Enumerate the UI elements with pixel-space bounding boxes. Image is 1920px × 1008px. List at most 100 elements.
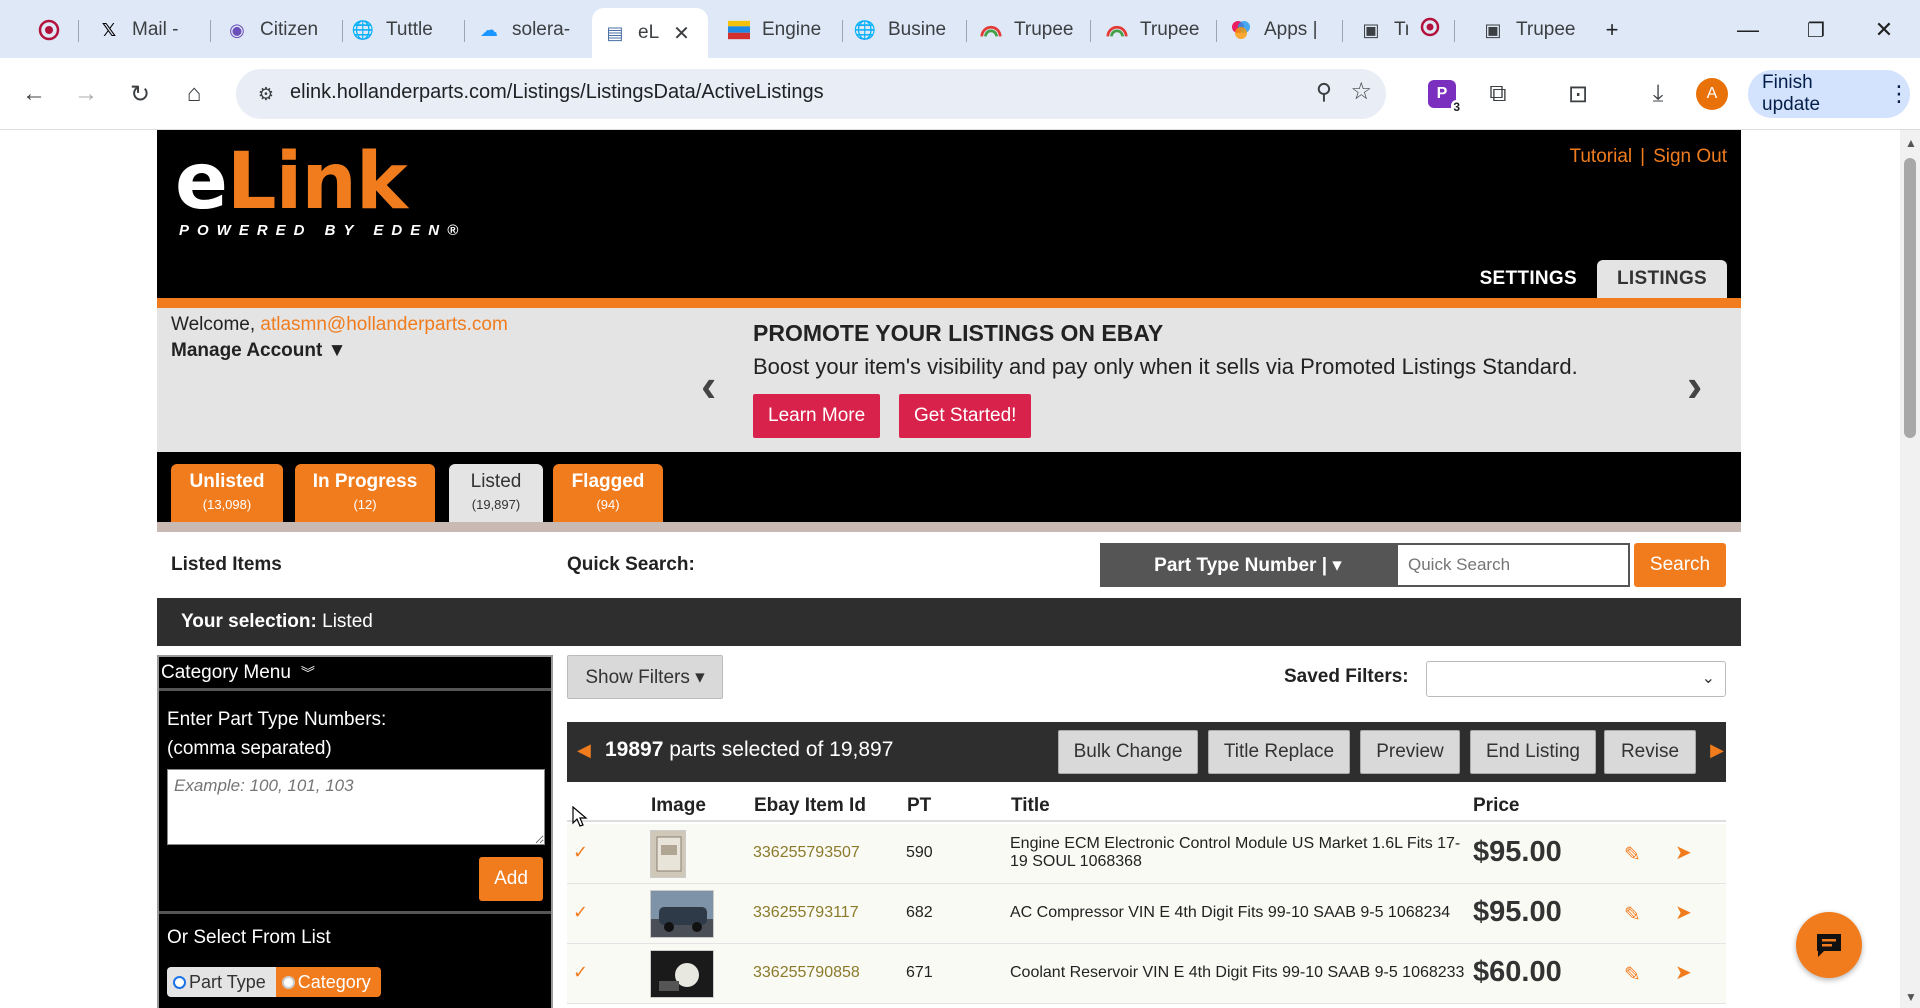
chat-button[interactable] [1796,912,1862,978]
sign-out-link[interactable]: Sign Out [1653,146,1727,167]
close-tab-icon[interactable]: ✕ [673,21,690,46]
close-window-icon[interactable]: ✕ [1864,10,1904,50]
site-info-icon[interactable]: ⚙ [250,78,282,110]
reload-icon[interactable]: ↻ [120,74,160,114]
home-icon[interactable]: ⌂ [174,74,214,114]
nav-listings[interactable]: LISTINGS [1596,260,1727,298]
finish-update-button[interactable]: Finish update ⋮ [1748,70,1910,118]
promo-next-icon[interactable]: › [1687,358,1702,412]
back-icon[interactable]: ← [14,74,54,114]
tab-listed[interactable]: Listed (19,897) [449,464,543,522]
extension-p-icon[interactable]: P3 [1428,80,1462,114]
col-ebay-item-id[interactable]: Ebay Item Id [754,795,866,817]
extensions-puzzle-icon[interactable]: ⧉ [1478,74,1518,114]
tutorial-link[interactable]: Tutorial [1569,146,1632,167]
part-thumbnail[interactable] [650,830,686,878]
zoom-icon[interactable]: ⚲ [1316,79,1332,105]
listing-price: $95.00 [1473,836,1562,868]
part-type-numbers-input[interactable] [167,769,545,845]
scroll-right-icon[interactable]: ▶ [1710,740,1724,761]
table-row[interactable]: ✓ 336255793117 682 AC Compressor VIN E 4… [567,884,1726,944]
tab-trupee-3[interactable]: ▣ Trupee [1470,10,1594,50]
url-text[interactable]: elink.hollanderparts.com/Listings/Listin… [290,81,824,104]
profile-avatar[interactable]: A [1696,78,1728,110]
col-pt[interactable]: PT [907,795,931,817]
tab-search-icon[interactable]: ⊡ [1558,74,1598,114]
bookmark-star-icon[interactable]: ☆ [1350,77,1372,106]
minimize-icon[interactable]: — [1728,10,1768,50]
nav-settings[interactable]: SETTINGS [1460,260,1597,298]
tab-business[interactable]: 🌐 Busine [842,10,966,50]
scroll-up-icon[interactable]: ▲ [1905,136,1917,150]
preview-button[interactable]: Preview [1360,730,1460,774]
learn-more-button[interactable]: Learn More [753,394,881,438]
new-tab-icon[interactable]: + [1592,10,1632,50]
tab-flagged[interactable]: Flagged (94) [553,464,663,522]
tab-in-progress[interactable]: In Progress (12) [295,464,435,522]
tab-elink-active[interactable]: ▤ eL ✕ [592,8,708,58]
col-price[interactable]: Price [1473,795,1519,817]
part-thumbnail[interactable] [650,890,714,938]
listings-table-header: Image Ebay Item Id PT Title Price [567,790,1726,822]
radio-part-type[interactable]: Part Type [167,967,276,997]
scroll-left-icon[interactable]: ◀ [577,740,591,761]
tab-solera[interactable]: ☁ solera- [466,10,590,50]
scrollbar-thumb[interactable] [1904,158,1916,438]
chevron-down-icon: ⌄ [1701,670,1715,687]
search-button[interactable]: Search [1634,543,1726,587]
page-scrollbar[interactable]: ▲ ▼ [1900,130,1920,1008]
tab-engine[interactable]: Engine [716,10,840,50]
record-icon [38,19,60,41]
address-bar[interactable]: ⚙ elink.hollanderparts.com/Listings/List… [236,69,1386,119]
tab-unlisted[interactable]: Unlisted (13,098) [171,464,283,522]
revise-button[interactable]: Revise [1604,730,1696,774]
edit-icon[interactable]: ✎ [1624,962,1641,987]
tab-tru[interactable]: ▣ Tru [1348,10,1452,50]
add-button[interactable]: Add [479,857,543,901]
bulk-change-button[interactable]: Bulk Change [1058,730,1198,774]
row-checkbox[interactable]: ✓ [573,962,588,983]
title-replace-button[interactable]: Title Replace [1208,730,1350,774]
row-checkbox[interactable]: ✓ [573,902,588,923]
ebay-item-id-link[interactable]: 336255793117 [753,904,859,922]
edit-icon[interactable]: ✎ [1624,842,1641,867]
tab-tuttle[interactable]: 🌐 Tuttle [340,10,460,50]
get-started-button[interactable]: Get Started! [899,394,1032,438]
part-type-number-select[interactable]: Part Type Number | ▾ [1100,543,1396,587]
restore-icon[interactable]: ❐ [1796,10,1836,50]
col-title[interactable]: Title [1011,795,1050,817]
elink-logo[interactable]: eLink POWERED BY EDEN® [175,138,466,239]
cloud-icon: ☁ [480,19,498,40]
show-filters-button[interactable]: Show Filters ▾ [567,655,723,699]
send-icon[interactable]: ➤ [1675,840,1692,865]
tab-citizen[interactable]: ◉ Citizen [214,10,340,50]
ebay-item-id-link[interactable]: 336255793507 [753,844,860,862]
ebay-item-id-link[interactable]: 336255790858 [753,964,860,982]
saved-filters-select[interactable]: ⌄ [1426,661,1726,697]
document-icon: ▤ [606,22,624,43]
manage-account-dropdown[interactable]: Manage Account ▼ [171,340,346,362]
send-icon[interactable]: ➤ [1675,900,1692,925]
quick-search-input[interactable] [1396,543,1630,587]
scroll-down-icon[interactable]: ▼ [1905,990,1917,1004]
table-row[interactable]: ✓ 336255793507 590 Engine ECM Electronic… [567,824,1726,884]
category-menu-toggle[interactable]: Category Menu ︾ [159,657,551,691]
part-thumbnail[interactable] [650,950,714,998]
account-email-link[interactable]: atlasmn@hollanderparts.com [260,314,507,335]
listing-title: Engine ECM Electronic Control Module US … [1010,835,1461,870]
square-icon: ▣ [1362,19,1380,40]
promo-prev-icon[interactable]: ‹ [701,358,716,412]
row-checkbox[interactable]: ✓ [573,842,588,863]
table-row[interactable]: ✓ 336255790858 671 Coolant Reservoir VIN… [567,944,1726,1004]
radio-category[interactable]: Category [275,967,381,997]
forward-icon[interactable]: → [66,74,106,114]
download-icon[interactable]: ⤓ [1638,74,1678,114]
tab-trupee-2[interactable]: Trupee [1094,10,1218,50]
tab-recording[interactable] [30,10,70,50]
send-icon[interactable]: ➤ [1675,960,1692,985]
tab-apps[interactable]: Apps | [1218,10,1344,50]
edit-icon[interactable]: ✎ [1624,902,1641,927]
tab-mail[interactable]: 𝕏 Mail - [86,10,206,50]
tab-trupee-1[interactable]: Trupee [968,10,1092,50]
end-listing-button[interactable]: End Listing [1470,730,1596,774]
